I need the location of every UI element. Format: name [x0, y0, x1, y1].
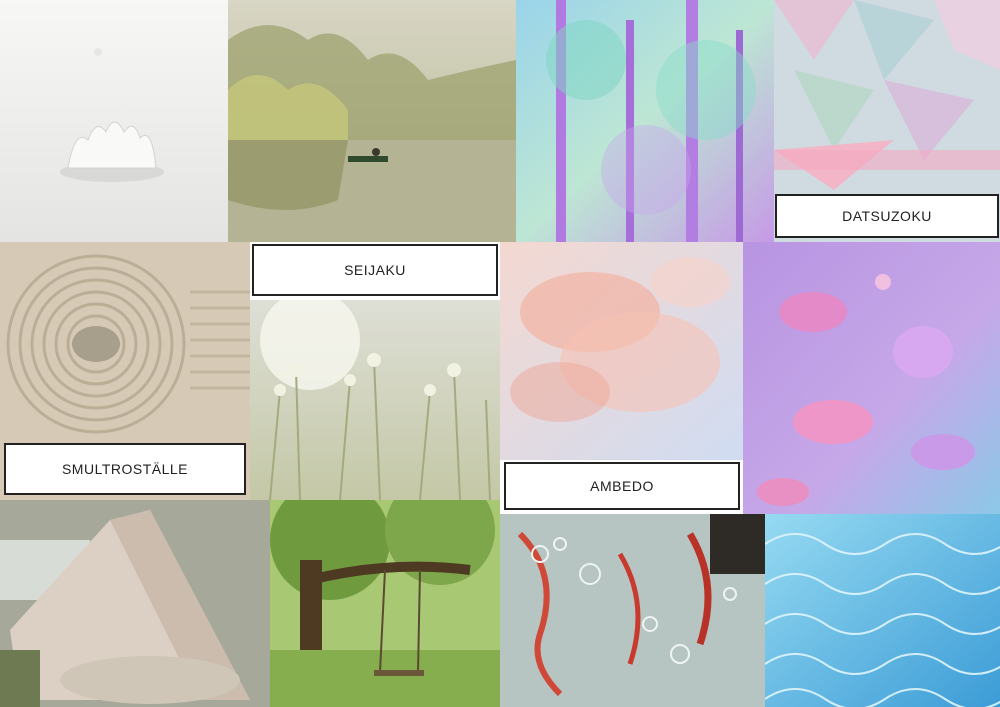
ambedo-label: AMBEDO [504, 462, 740, 510]
pastel-fish-photo [743, 242, 1000, 514]
datsuzoku-label: DATSUZOKU [775, 194, 999, 238]
meadow-grass-photo [250, 300, 500, 500]
pastel-forest-photo [516, 0, 774, 242]
red-bubbles-water-photo [500, 514, 765, 707]
pool-water-photo [765, 514, 1000, 707]
milk-splash-photo [0, 0, 228, 242]
misty-lake-boat-photo [228, 0, 516, 242]
pink-ink-cloud-photo [500, 242, 743, 460]
seijaku-label: SEIJAKU [252, 244, 498, 296]
smultrostalle-label: SMULTROSTÄLLE [4, 443, 246, 495]
canopy-tent-photo [0, 500, 270, 707]
tree-swing-photo [270, 500, 500, 707]
